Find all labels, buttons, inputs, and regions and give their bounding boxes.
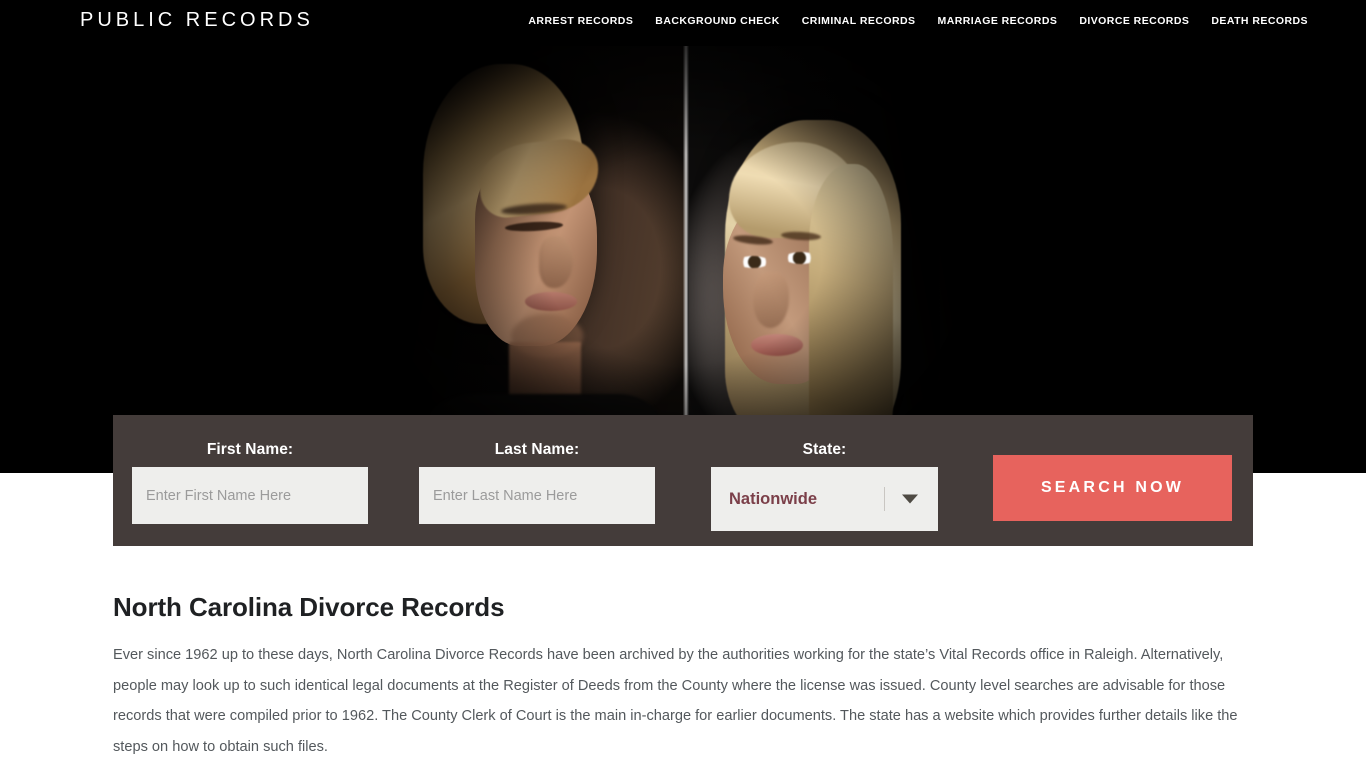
first-name-label: First Name: [206,441,294,458]
woman-eye-left [737,256,769,268]
chevron-down-icon [902,494,918,504]
hero-fade-right [936,0,1366,473]
site-logo[interactable]: PUBLIC RECORDS [80,9,314,32]
page-root: PUBLIC RECORDS ARREST RECORDS BACKGROUND… [0,0,1366,768]
photo-divider-line [683,46,689,473]
nav-item-divorce-records[interactable]: DIVORCE RECORDS [1079,15,1189,27]
last-name-label: Last Name: [494,441,580,458]
man-lips [525,292,577,311]
woman-eye-right [785,252,817,264]
hero-fade-left [0,0,430,473]
page-title: North Carolina Divorce Records [113,592,505,622]
state-field-group: State: Nationwide [711,441,938,531]
site-header: PUBLIC RECORDS ARREST RECORDS BACKGROUND… [0,0,1366,44]
hero-banner [0,0,1366,473]
state-select[interactable]: Nationwide [711,467,938,531]
nav-item-arrest-records[interactable]: ARREST RECORDS [528,15,633,27]
hero-photo-right-panel [689,46,983,473]
search-form: First Name: Last Name: State: Nationwide… [113,415,1253,546]
nav-item-death-records[interactable]: DEATH RECORDS [1211,15,1308,27]
first-name-field-group: First Name: [132,441,368,524]
content-paragraph: Ever since 1962 up to these days, North … [113,647,1238,755]
nav-item-marriage-records[interactable]: MARRIAGE RECORDS [938,15,1058,27]
last-name-input[interactable] [419,467,655,524]
last-name-field-group: Last Name: [419,441,655,524]
hero-photo-left-panel [383,46,685,473]
state-selected-value: Nationwide [729,489,818,508]
woman-lips [751,334,803,356]
select-divider [884,487,885,511]
search-now-button[interactable]: SEARCH NOW [993,455,1232,521]
nav-item-criminal-records[interactable]: CRIMINAL RECORDS [802,15,916,27]
main-navigation: ARREST RECORDS BACKGROUND CHECK CRIMINAL… [528,15,1308,27]
hero-photo-couple [383,46,983,473]
state-label: State: [802,441,847,458]
first-name-input[interactable] [132,467,368,524]
content-section: North Carolina Divorce Records Ever sinc… [113,592,1253,762]
nav-item-background-check[interactable]: BACKGROUND CHECK [655,15,779,27]
